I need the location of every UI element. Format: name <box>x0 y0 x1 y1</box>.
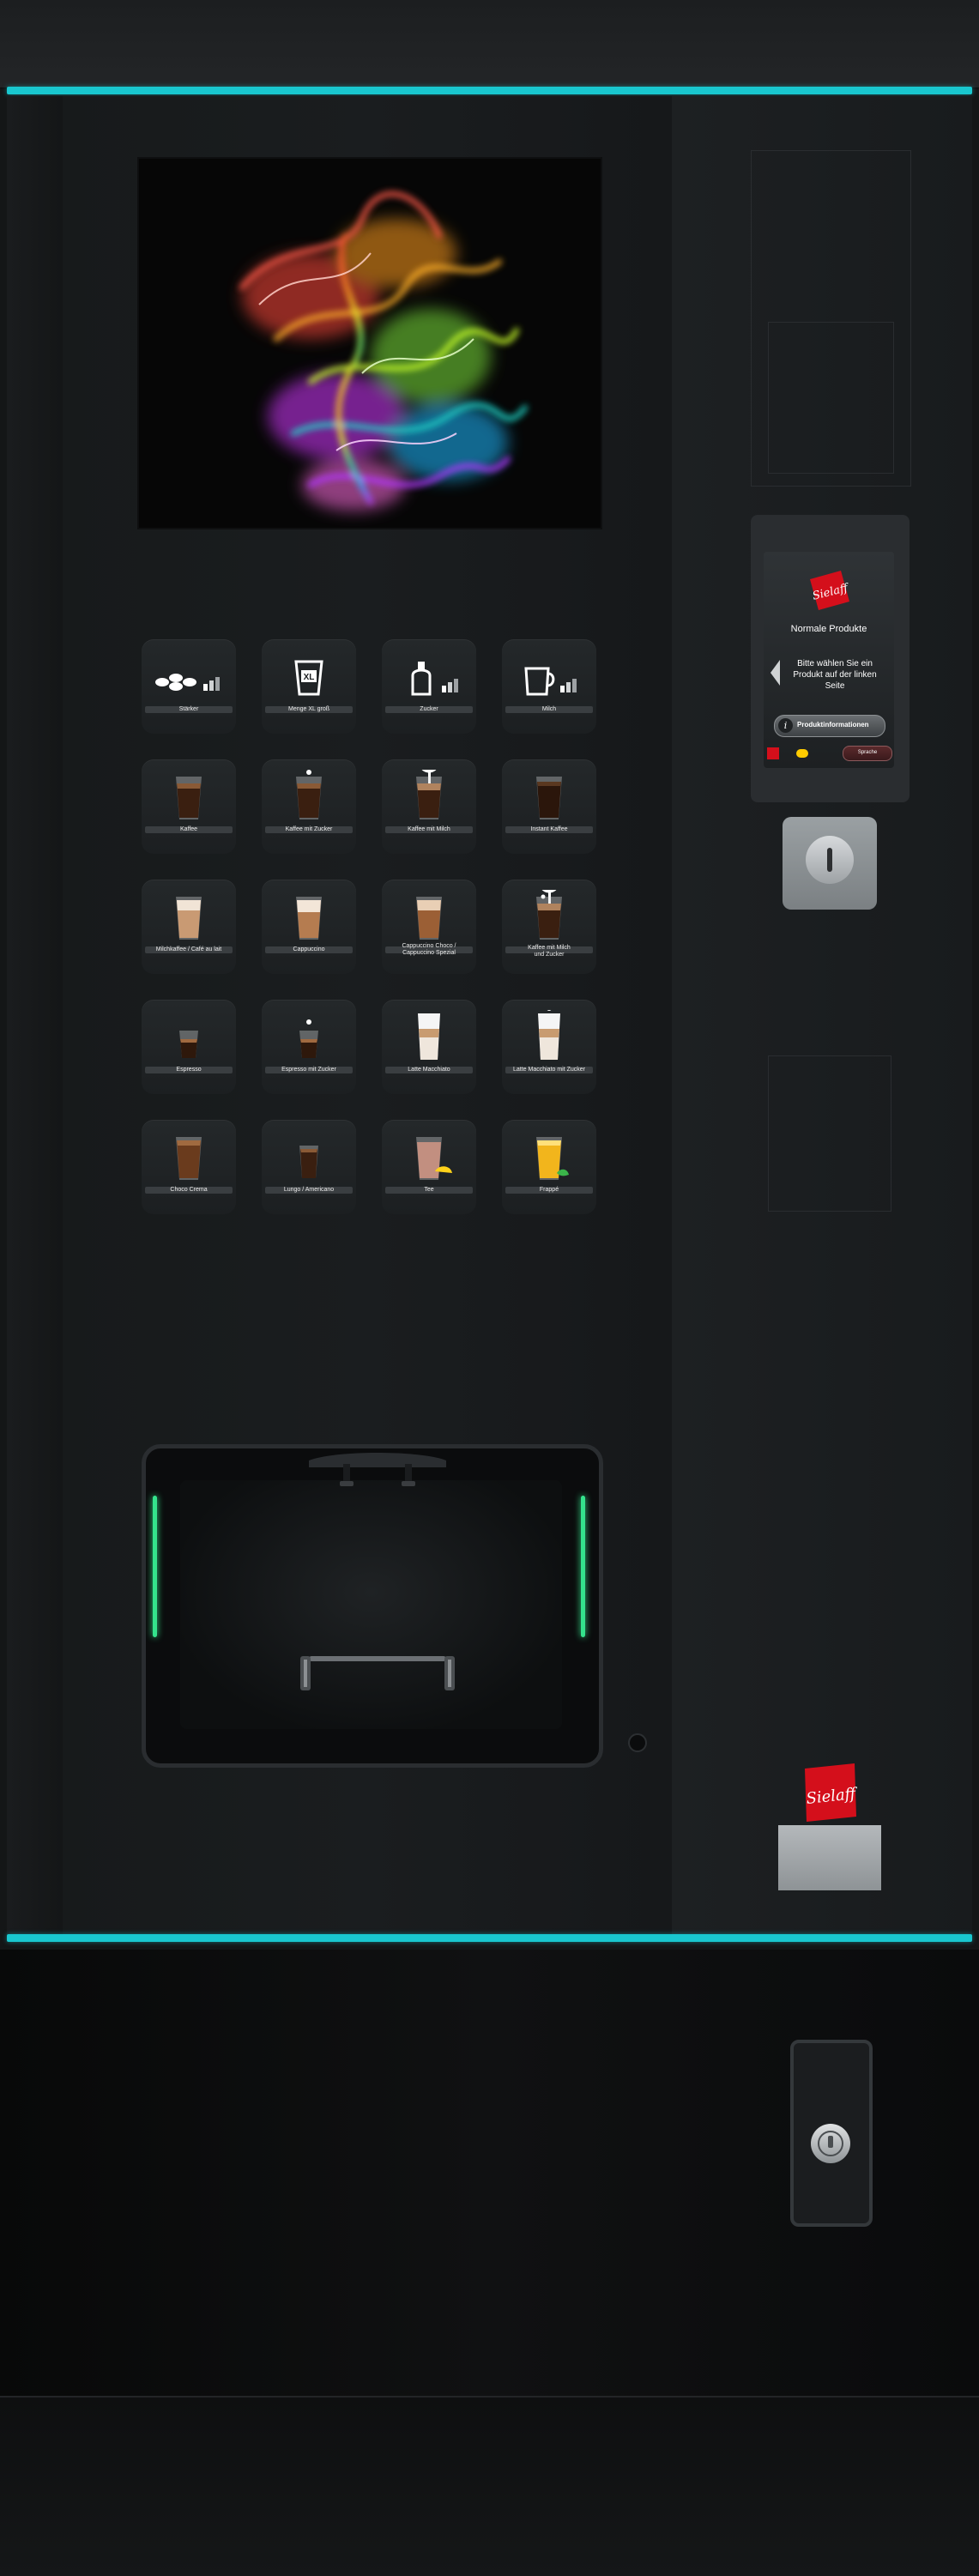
product-button-lungo[interactable]: Lungo / Americano <box>262 1120 356 1214</box>
product-label: Zucker <box>420 706 438 712</box>
milk-coffee-cup-icon <box>176 897 202 940</box>
coffee-sugar-cup-icon <box>296 770 322 819</box>
product-info-label: Produktinformationen <box>797 721 869 729</box>
cup-light-left <box>153 1496 157 1637</box>
product-label: Milch <box>541 706 557 712</box>
latte-macchiato-sugar-glass-icon <box>538 1010 560 1060</box>
product-label: Lungo / Americano <box>283 1187 335 1193</box>
xl-cup-size-icon: XL <box>294 660 323 696</box>
product-label: Stärker <box>178 706 199 712</box>
product-button-instant-kaffee[interactable]: Instant Kaffee <box>502 759 596 854</box>
product-label: Kaffee <box>179 826 198 832</box>
product-button-cappuccino-choco[interactable]: Cappuccino Choco / Cappuccino Spezial <box>382 880 476 974</box>
product-button-frappe[interactable]: Frappé <box>502 1120 596 1214</box>
svg-text:XL: XL <box>304 673 315 682</box>
espresso-sugar-cup-icon <box>299 1019 318 1058</box>
latte-macchiato-glass-icon <box>418 1013 440 1060</box>
brand-mini-logo-icon <box>767 747 779 759</box>
sielaff-brand-logo: Sielaff <box>805 1763 860 1822</box>
bottom-accent-strip <box>7 1934 972 1942</box>
product-label: Cappuccino <box>293 946 325 952</box>
top-cap <box>0 0 979 88</box>
info-icon: i <box>778 718 793 733</box>
product-label: Kaffee mit Milch <box>408 826 450 832</box>
product-button-tee[interactable]: Tee <box>382 1120 476 1214</box>
product-button-choco-crema[interactable]: Choco Crema <box>142 1120 236 1214</box>
product-label: Kaffee mit Milch und Zucker <box>528 945 571 958</box>
coffee-milk-sugar-cup-icon <box>536 890 562 940</box>
product-label: Latte Macchiato <box>408 1067 450 1073</box>
product-info-button[interactable]: i Produktinformationen <box>774 715 885 737</box>
product-button-zucker[interactable]: Zucker <box>382 639 476 734</box>
product-button-staerker[interactable]: Stärker <box>142 639 236 734</box>
tea-glass-lemon-icon <box>416 1137 452 1180</box>
product-label: Tee <box>424 1187 434 1193</box>
coin-slot-icon[interactable] <box>806 836 854 884</box>
product-label: Menge XL groß <box>288 706 329 712</box>
card-reader-recess <box>768 322 894 474</box>
product-label: Milchkaffee / Café au lait <box>155 946 222 952</box>
product-button-milch[interactable]: Milch <box>502 639 596 734</box>
product-label: Frappé <box>539 1187 559 1193</box>
arrow-left-icon[interactable] <box>771 660 781 686</box>
instant-coffee-cup-icon <box>536 777 562 819</box>
sugar-dispenser-icon <box>411 662 458 696</box>
coffee-milk-cup-icon <box>416 770 442 819</box>
lungo-cup-icon <box>299 1146 318 1178</box>
espresso-cup-icon <box>179 1031 198 1058</box>
cappuccino-choco-cup-icon <box>416 897 442 940</box>
choco-crema-cup-icon <box>176 1137 202 1180</box>
coin-return-flap[interactable] <box>778 1825 881 1890</box>
plinth <box>0 2396 979 2576</box>
touchscreen-title: Normale Produkte <box>790 624 867 634</box>
product-label: Latte Macchiato mit Zucker <box>512 1067 586 1073</box>
frappe-glass-mint-icon <box>536 1137 569 1180</box>
product-button-latte-macchiato-zucker[interactable]: Latte Macchiato mit Zucker <box>502 1000 596 1094</box>
milk-jug-icon <box>524 667 577 696</box>
product-button-kaffee-mit-milch[interactable]: Kaffee mit Milch <box>382 759 476 854</box>
product-label: Instant Kaffee <box>530 826 568 832</box>
dispensing-nozzles <box>309 1453 446 1486</box>
product-button-kaffee-milch-zucker[interactable]: Kaffee mit Milch und Zucker <box>502 880 596 974</box>
product-label: Espresso <box>176 1067 202 1073</box>
product-label: Espresso mit Zucker <box>281 1067 336 1073</box>
top-accent-strip <box>7 87 972 94</box>
product-label: Kaffee mit Zucker <box>285 826 333 832</box>
cup-holder <box>300 1656 455 1690</box>
language-flag-icon[interactable] <box>796 749 808 758</box>
language-button[interactable]: Sprache <box>843 746 892 761</box>
rainbow-smoke-image <box>239 191 528 511</box>
coffee-beans-strength-icon <box>155 674 220 691</box>
left-side-panel <box>7 96 63 1935</box>
door-lock-housing <box>790 2040 873 2227</box>
payment-module-recess <box>768 1055 891 1212</box>
coin-slot[interactable] <box>827 848 832 872</box>
product-button-menge-xl[interactable]: XL Menge XL groß <box>262 639 356 734</box>
product-button-milchkaffee[interactable]: Milchkaffee / Café au lait <box>142 880 236 974</box>
sielaff-logo-icon: Sielaff <box>810 571 851 610</box>
advertising-display <box>137 157 602 529</box>
language-button-label: Sprache <box>857 750 878 755</box>
touchscreen[interactable]: Sielaff Normale Produkte Bitte wählen Si… <box>764 552 894 768</box>
cappuccino-cup-icon <box>296 897 322 940</box>
product-button-kaffee[interactable]: Kaffee <box>142 759 236 854</box>
product-button-cappuccino[interactable]: Cappuccino <box>262 880 356 974</box>
cup-light-right <box>581 1496 585 1637</box>
product-button-espresso-mit-zucker[interactable]: Espresso mit Zucker <box>262 1000 356 1094</box>
lock-icon[interactable] <box>811 2124 850 2163</box>
black-coffee-cup-icon <box>176 777 202 819</box>
product-label: Cappuccino Choco / Cappuccino Spezial <box>402 943 456 956</box>
product-button-latte-macchiato[interactable]: Latte Macchiato <box>382 1000 476 1094</box>
coin-insert-unit <box>783 817 877 910</box>
product-button-kaffee-mit-zucker[interactable]: Kaffee mit Zucker <box>262 759 356 854</box>
product-label: Choco Crema <box>170 1187 208 1193</box>
status-indicator <box>628 1733 647 1752</box>
touchscreen-prompt: Bitte wählen Sie ein Produkt auf der lin… <box>793 659 877 691</box>
product-button-espresso[interactable]: Espresso <box>142 1000 236 1094</box>
